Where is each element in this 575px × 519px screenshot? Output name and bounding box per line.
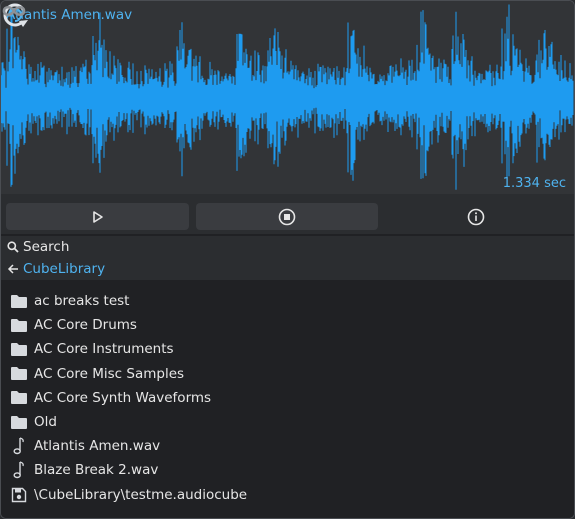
list-item[interactable]: \CubeLibrary\testme.audiocube <box>1 483 574 507</box>
info-icon <box>467 208 484 225</box>
list-item[interactable]: AC Core Drums <box>1 313 574 337</box>
stop-icon <box>278 208 296 225</box>
folder-icon <box>10 389 28 407</box>
folder-icon <box>10 365 28 383</box>
sample-browser-panel: Atlantis Amen.wav 1.334 sec Search CubeL… <box>0 0 575 519</box>
list-item-label: AC Core Instruments <box>34 341 174 358</box>
folder-icon <box>10 292 28 310</box>
play-button[interactable] <box>6 203 189 230</box>
folder-icon <box>10 316 28 334</box>
search-icon <box>7 241 19 253</box>
list-item-label: AC Core Synth Waveforms <box>34 389 212 406</box>
transport-controls <box>1 194 574 234</box>
list-item[interactable]: AC Core Misc Samples <box>1 362 574 386</box>
list-item-label: Old <box>34 414 57 430</box>
save-disk-icon <box>10 486 28 504</box>
list-item-label: AC Core Drums <box>34 317 137 334</box>
stop-button[interactable] <box>196 203 378 230</box>
search-row[interactable]: Search <box>1 236 574 258</box>
infinity-loop-icon[interactable] <box>1 1 27 21</box>
music-note-icon <box>10 437 28 455</box>
back-arrow-icon[interactable] <box>7 263 19 275</box>
folder-icon <box>10 340 28 358</box>
list-item[interactable]: AC Core Instruments <box>1 337 574 361</box>
music-note-icon <box>10 461 28 479</box>
list-item[interactable]: Blaze Break 2.wav <box>1 458 574 482</box>
waveform <box>1 4 574 190</box>
folder-icon <box>10 413 28 431</box>
list-item-label: Blaze Break 2.wav <box>34 462 159 479</box>
file-list: ac breaks test AC Core Drums AC Core Instr… <box>1 280 574 518</box>
list-item-label: AC Core Misc Samples <box>34 365 185 382</box>
play-icon <box>92 210 103 223</box>
search-label: Search <box>23 239 70 255</box>
list-item[interactable]: ac breaks test <box>1 289 574 313</box>
list-item-label: \CubeLibrary\testme.audiocube <box>34 486 248 503</box>
info-button[interactable] <box>384 203 567 230</box>
duration-readout: 1.334 sec <box>502 176 566 191</box>
list-item[interactable]: Old <box>1 410 574 434</box>
waveform-display[interactable]: Atlantis Amen.wav 1.334 sec <box>1 1 574 194</box>
breadcrumb-label[interactable]: CubeLibrary <box>23 261 105 277</box>
list-item[interactable]: AC Core Synth Waveforms <box>1 386 574 410</box>
breadcrumb[interactable]: CubeLibrary <box>1 258 574 280</box>
list-item-label: ac breaks test <box>34 293 130 309</box>
list-item[interactable]: Atlantis Amen.wav <box>1 434 574 458</box>
list-item-label: Atlantis Amen.wav <box>34 438 161 455</box>
